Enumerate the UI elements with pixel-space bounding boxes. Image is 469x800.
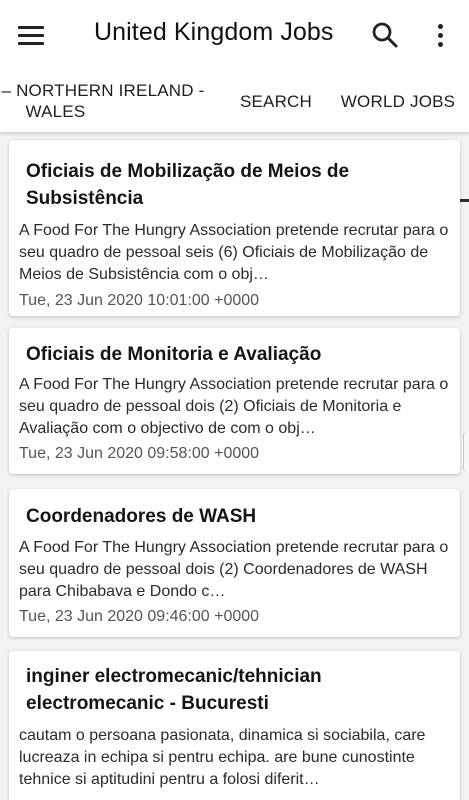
job-date: Tue, 23 Jun 2020 09:58:00 +0000 [19,445,260,462]
job-description: A Food For The Hungry Association preten… [19,222,449,283]
job-title: inginer electromecanic/tehnician electro… [26,666,322,714]
tab-search[interactable]: SEARCH [228,70,324,132]
app-title: United Kingdom Jobs [94,18,334,46]
job-card[interactable]: inginer electromecanic/tehnician electro… [9,651,460,800]
job-title: Coordenadores de WASH [26,506,257,527]
job-card[interactable]: Coordenadores de WASH A Food For The Hun… [9,489,460,637]
job-title: Oficiais de Mobilização de Meios de Subs… [26,161,350,209]
job-card[interactable]: Oficiais de Mobilização de Meios de Subs… [9,140,460,316]
tab-label-line2: WALES [25,102,86,121]
job-list[interactable]: Oficiais de Mobilização de Meios de Subs… [0,132,469,800]
menu-icon[interactable] [18,18,54,52]
job-title: Oficiais de Monitoria e Avaliação [26,344,322,365]
more-vert-icon[interactable] [426,20,454,50]
job-card[interactable]: Oficiais de Monitoria e Avaliação A Food… [9,328,460,474]
job-description: A Food For The Hungry Association preten… [19,539,449,600]
app-bar: United Kingdom Jobs [0,0,469,70]
job-description: cautam o persoana pasionata, dinamica si… [19,727,426,788]
scroll-handle[interactable] [463,432,469,472]
search-icon[interactable] [368,18,402,52]
job-description: A Food For The Hungry Association preten… [19,376,449,437]
job-date: Tue, 23 Jun 2020 09:46:00 +0000 [19,608,260,625]
job-date: Tue, 23 Jun 2020 10:01:00 +0000 [19,292,260,309]
tab-bar: – NORTHERN IRELAND - WALES SEARCH WORLD … [0,70,469,202]
tab-world-jobs[interactable]: WORLD JOBS [327,70,469,132]
tab-label-line1: – NORTHERN IRELAND - [1,81,205,100]
tab-northern-ireland-wales[interactable]: – NORTHERN IRELAND - WALES [0,70,206,132]
